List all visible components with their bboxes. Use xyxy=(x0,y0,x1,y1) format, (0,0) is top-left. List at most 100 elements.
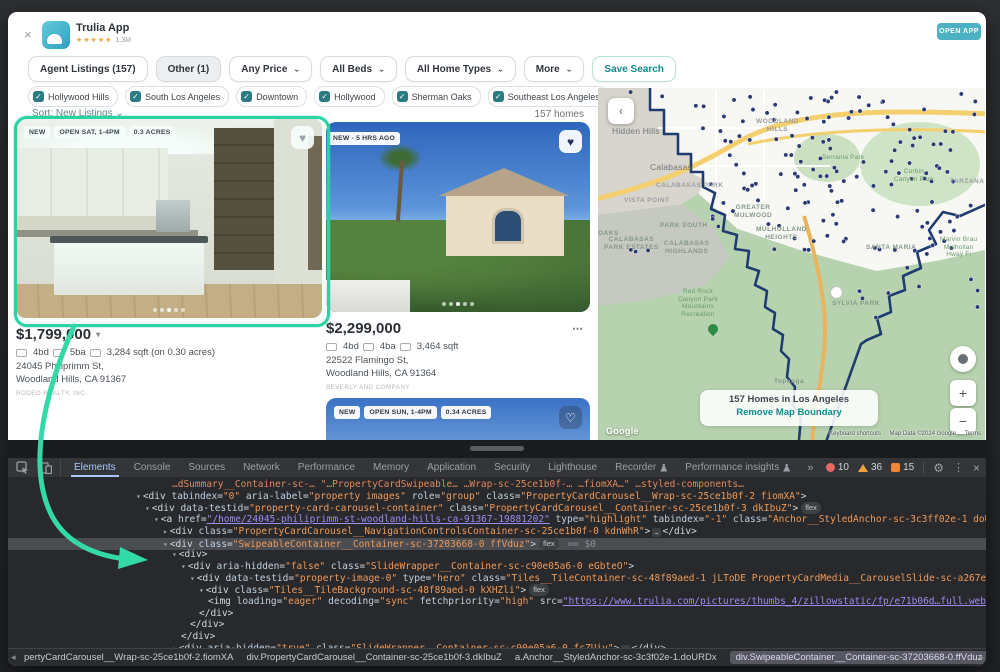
dom-tree-row[interactable]: ▾<div aria-hidden="false" class="SlideWr… xyxy=(8,561,986,573)
devtools-tab-console[interactable]: Console xyxy=(125,458,180,477)
devtools-tab-performance[interactable]: Performance xyxy=(289,458,364,477)
filter-pill[interactable]: Save Search xyxy=(592,56,676,82)
devtools-tab-performance-insights[interactable]: Performance insights xyxy=(676,458,799,477)
map-label: Corbin Canyon Park xyxy=(894,168,934,183)
close-banner-icon[interactable]: × xyxy=(24,28,32,41)
divider xyxy=(923,462,924,474)
listing-broker: BEVERLY AND COMPANY xyxy=(326,384,590,391)
listing-specs: 4bd5ba3,284 sqft (on 0.30 acres) xyxy=(16,347,322,358)
inspect-element-icon[interactable] xyxy=(16,461,29,474)
chevron-down-icon: ⌄ xyxy=(497,65,504,72)
listing-badge: NEW xyxy=(334,406,360,419)
route-shield-icon xyxy=(830,286,843,299)
bath-icon xyxy=(53,349,64,357)
filter-pill[interactable]: Any Price⌄ xyxy=(229,56,312,82)
checkbox-checked-icon: ✓ xyxy=(397,91,408,102)
neighborhood-chips: ✓Hollywood Hills ✓South Los Angeles ✓Downt… xyxy=(28,86,648,107)
issues-count[interactable]: 15 xyxy=(891,462,914,473)
open-app-button[interactable]: OPEN APP xyxy=(937,23,981,40)
terms-link[interactable]: Terms xyxy=(965,431,981,437)
card-menu-icon[interactable]: ⋯ xyxy=(572,322,584,335)
devtools-breadcrumbs: pertyCardCarousel__Wrap-sc-25ce1b0f-2.fi… xyxy=(8,648,986,666)
map-vector-layer xyxy=(598,88,985,440)
listing-badge: NEW xyxy=(24,126,50,139)
devtools-tab-network[interactable]: Network xyxy=(234,458,289,477)
filter-pill[interactable]: Other (1) xyxy=(156,56,222,82)
results-count: 157 homes xyxy=(508,109,584,120)
filter-pill[interactable]: All Beds⌄ xyxy=(320,56,397,82)
map-label: Red Rock Canyon Park Mountains Recreatio… xyxy=(678,288,718,318)
breadcrumb-scroll-right-icon[interactable]: ▸ xyxy=(979,652,984,663)
devtools-tab-elements[interactable]: Elements xyxy=(65,458,125,477)
dom-tree-row[interactable]: </div> xyxy=(8,619,986,631)
dom-tree-row-selected[interactable]: ▾<div class="SwipeableContainer__Contain… xyxy=(8,538,986,550)
filter-pill[interactable]: Agent Listings (157) xyxy=(28,56,148,82)
kebab-menu-icon[interactable]: ⋮ xyxy=(953,461,964,474)
breadcrumb-scroll-left-icon[interactable]: ◂ xyxy=(11,652,16,663)
filter-pill[interactable]: All Home Types⌄ xyxy=(405,56,516,82)
map-data-label: Map Data ©2024 Google xyxy=(890,431,956,437)
map-label: SANTA MARIA xyxy=(866,244,916,252)
browser-page: × Trulia App ★★★★★1.3M OPEN APP Agent Li… xyxy=(8,12,986,666)
neighborhood-chip[interactable]: ✓Downtown xyxy=(236,86,307,107)
listing-badge: OPEN SAT, 1-4PM xyxy=(54,126,124,139)
breadcrumb-selected[interactable]: div.SwipeableContainer__Container-sc-372… xyxy=(730,651,986,664)
keyboard-shortcuts-link[interactable]: Keyboard shortcuts xyxy=(829,431,881,437)
map-panel[interactable]: Hidden HillsCalabasasCALABASAS PARKVISTA… xyxy=(598,88,985,440)
map-label: Marvin Brau Mulhollan Hway Fi xyxy=(940,236,977,259)
desktop-background: × Trulia App ★★★★★1.3M OPEN APP Agent Li… xyxy=(0,0,1000,672)
carousel-dots[interactable] xyxy=(442,302,474,306)
device-toolbar-icon[interactable] xyxy=(39,462,52,474)
dom-tree-row[interactable]: ▾<div data-testid="property-image-0" typ… xyxy=(8,573,986,585)
devtools-tab-application[interactable]: Application xyxy=(418,458,485,477)
listing-price: $2,299,000⋯ xyxy=(326,320,590,337)
devtools-tab-security[interactable]: Security xyxy=(485,458,539,477)
breadcrumb[interactable]: a.Anchor__StyledAnchor-sc-3c3f02e-1.doUR… xyxy=(515,652,717,663)
devtools-tab-memory[interactable]: Memory xyxy=(364,458,418,477)
filter-pill[interactable]: More⌄ xyxy=(524,56,585,82)
neighborhood-chip[interactable]: ✓Hollywood xyxy=(314,86,385,107)
neighborhood-chip[interactable]: ✓South Los Angeles xyxy=(125,86,229,107)
neighborhood-chip[interactable]: ✓Hollywood Hills xyxy=(28,86,118,107)
bath-icon xyxy=(363,343,374,351)
listing-badge: 0.3 ACRES xyxy=(129,126,176,139)
close-devtools-icon[interactable]: × xyxy=(973,461,980,475)
chevron-down-icon: ⌄ xyxy=(566,65,573,72)
devtools-resize-handle[interactable] xyxy=(470,446,524,451)
dom-tree-row[interactable]: ▸<div class="PropertyCardCarousel__Navig… xyxy=(8,526,986,538)
devtools-elements-tree[interactable]: …dSummary__Container-sc-… "…PropertyCard… xyxy=(8,477,986,648)
map-label: TARZANA xyxy=(950,178,984,186)
dom-tree-row[interactable]: </div> xyxy=(8,608,986,620)
favorite-heart-icon[interactable]: ♡ xyxy=(559,406,582,429)
dom-tree-row[interactable]: ▾<div class="Tiles__TileBackground-sc-48… xyxy=(8,584,986,596)
breadcrumb[interactable]: pertyCardCarousel__Wrap-sc-25ce1b0f-2.fi… xyxy=(24,652,233,663)
neighborhood-chip[interactable]: ✓Southeast Los Angeles xyxy=(488,86,609,107)
dom-tree-row[interactable]: ▾<a href="/home/24045-philiprimm-st-wood… xyxy=(8,514,986,526)
dom-tree-row[interactable]: ▾<div tabindex="0" aria-label="property … xyxy=(8,491,986,503)
dom-tree-row[interactable]: <img loading="eager" decoding="sync" fet… xyxy=(8,596,986,608)
devtools-tab-recorder[interactable]: Recorder xyxy=(606,458,676,477)
dom-tree-row[interactable]: …dSummary__Container-sc-… "…PropertyCard… xyxy=(8,479,986,491)
settings-gear-icon[interactable]: ⚙ xyxy=(933,461,944,475)
dom-tree-row[interactable]: ▾<div data-testid="property-card-carouse… xyxy=(8,502,986,514)
dom-tree-row[interactable]: ▾<div> xyxy=(8,549,986,561)
app-rating: ★★★★★1.3M xyxy=(76,36,131,44)
breadcrumb[interactable]: div.PropertyCardCarousel__Container-sc-2… xyxy=(246,652,501,663)
collapse-map-button[interactable]: ‹ xyxy=(608,98,634,124)
map-compass-button[interactable] xyxy=(950,346,976,372)
favorite-heart-icon[interactable]: ♥ xyxy=(291,126,314,149)
neighborhood-chip[interactable]: ✓Sherman Oaks xyxy=(392,86,481,107)
favorite-heart-icon[interactable]: ♥ xyxy=(559,130,582,153)
error-icon xyxy=(826,463,835,472)
property-card-1[interactable]: NEWOPEN SAT, 1-4PM0.3 ACRES ♥ $1,799,000… xyxy=(16,118,322,397)
carousel-dots[interactable] xyxy=(153,308,185,312)
devtools-tab-lighthouse[interactable]: Lighthouse xyxy=(539,458,606,477)
console-errors-count[interactable]: 10 xyxy=(826,462,849,473)
property-card-2[interactable]: NEW - 5 HRS AGO ♥ $2,299,000⋯ 4bd4ba3,46… xyxy=(326,122,590,391)
more-tabs-button[interactable]: » xyxy=(799,462,821,474)
remove-map-boundary-link[interactable]: Remove Map Boundary xyxy=(700,407,878,418)
console-warnings-count[interactable]: 36 xyxy=(858,462,882,473)
devtools-tab-sources[interactable]: Sources xyxy=(179,458,234,477)
dom-tree-row[interactable]: </div> xyxy=(8,631,986,643)
zoom-in-button[interactable]: + xyxy=(950,380,976,406)
